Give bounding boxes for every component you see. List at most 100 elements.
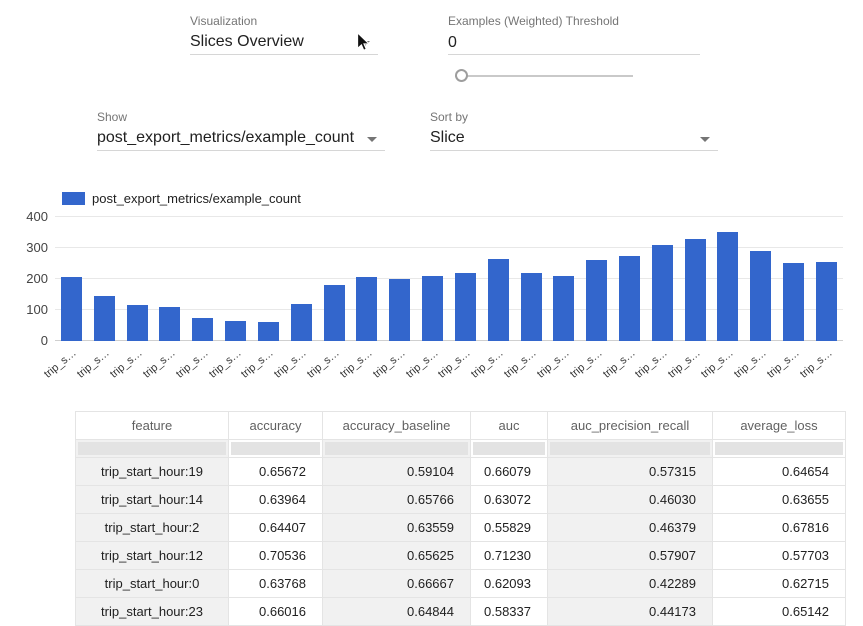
table-cell: 0.63559 [323, 514, 471, 542]
chart-legend: post_export_metrics/example_count [62, 191, 301, 206]
threshold-slider-knob[interactable] [455, 69, 468, 82]
table-filter-row [76, 440, 846, 458]
bar[interactable] [159, 307, 180, 341]
threshold-label: Examples (Weighted) Threshold [448, 14, 619, 28]
sort-by-value: Slice [430, 127, 465, 147]
show-dropdown[interactable]: post_export_metrics/example_count [97, 127, 385, 151]
filter-cell [548, 440, 713, 458]
table-cell: trip_start_hour:14 [76, 486, 229, 514]
bar[interactable] [816, 262, 837, 341]
bar[interactable] [586, 260, 607, 341]
filter-cell [713, 440, 846, 458]
table-cell: 0.64654 [713, 458, 846, 486]
bar[interactable] [619, 256, 640, 341]
table-row[interactable]: trip_start_hour:230.660160.648440.583370… [76, 598, 846, 626]
y-axis-tick: 100 [8, 303, 48, 317]
bar[interactable] [488, 259, 509, 341]
table-row[interactable]: trip_start_hour:190.656720.591040.660790… [76, 458, 846, 486]
bar[interactable] [685, 239, 706, 341]
bar[interactable] [553, 276, 574, 341]
bar[interactable] [783, 263, 804, 341]
legend-label: post_export_metrics/example_count [92, 191, 301, 206]
chart-plot-area [55, 217, 843, 341]
table-cell: 0.42289 [548, 570, 713, 598]
table-cell: 0.62093 [471, 570, 548, 598]
filter-cell [76, 440, 229, 458]
bar[interactable] [652, 245, 673, 341]
table-cell: trip_start_hour:0 [76, 570, 229, 598]
filter-box[interactable] [550, 442, 710, 455]
bar[interactable] [455, 273, 476, 341]
filter-cell [229, 440, 323, 458]
bar[interactable] [127, 305, 148, 341]
bar[interactable] [258, 322, 279, 341]
table-row[interactable]: trip_start_hour:120.705360.656250.712300… [76, 542, 846, 570]
show-value: post_export_metrics/example_count [97, 127, 354, 147]
filter-box[interactable] [473, 442, 545, 455]
bar[interactable] [192, 318, 213, 341]
legend-swatch [62, 192, 85, 205]
y-axis-tick: 400 [8, 210, 48, 224]
table-cell: 0.66079 [471, 458, 548, 486]
table-row[interactable]: trip_start_hour:00.637680.666670.620930.… [76, 570, 846, 598]
y-axis-tick: 300 [8, 241, 48, 255]
table-cell: 0.66016 [229, 598, 323, 626]
bars-container [55, 217, 843, 341]
table-cell: 0.63655 [713, 486, 846, 514]
table-cell: 0.55829 [471, 514, 548, 542]
bar[interactable] [389, 279, 410, 341]
table-cell: 0.62715 [713, 570, 846, 598]
tfma-slicing-metrics-view: Visualization Slices Overview Examples (… [0, 0, 863, 626]
column-header-average_loss[interactable]: average_loss [713, 412, 846, 440]
table-row[interactable]: trip_start_hour:20.644070.635590.558290.… [76, 514, 846, 542]
table-cell: 0.46379 [548, 514, 713, 542]
threshold-slider-track[interactable] [455, 75, 633, 77]
bar[interactable] [225, 321, 246, 341]
bar[interactable] [324, 285, 345, 341]
table-cell: 0.64844 [323, 598, 471, 626]
column-header-accuracy[interactable]: accuracy [229, 412, 323, 440]
bar[interactable] [422, 276, 443, 341]
bar[interactable] [61, 277, 82, 341]
filter-box[interactable] [325, 442, 468, 455]
visualization-dropdown[interactable]: Slices Overview [190, 31, 378, 55]
metrics-table: featureaccuracyaccuracy_baselineaucauc_p… [75, 411, 846, 626]
filter-cell [323, 440, 471, 458]
table-cell: 0.65625 [323, 542, 471, 570]
bar-chart: 0100200300400trip_s…trip_s…trip_s…trip_s… [0, 205, 863, 400]
threshold-input[interactable] [448, 31, 700, 55]
table-body: trip_start_hour:190.656720.591040.660790… [76, 458, 846, 626]
table-cell: 0.46030 [548, 486, 713, 514]
table-cell: 0.57907 [548, 542, 713, 570]
sort-by-dropdown[interactable]: Slice [430, 127, 718, 151]
bar[interactable] [94, 296, 115, 341]
bar[interactable] [717, 232, 738, 341]
y-axis-tick: 200 [8, 272, 48, 286]
column-header-feature[interactable]: feature [76, 412, 229, 440]
bar[interactable] [291, 304, 312, 341]
filter-box[interactable] [231, 442, 320, 455]
table-cell: 0.57703 [713, 542, 846, 570]
column-header-auc[interactable]: auc [471, 412, 548, 440]
bar[interactable] [356, 277, 377, 341]
table-cell: 0.44173 [548, 598, 713, 626]
column-header-accuracy_baseline[interactable]: accuracy_baseline [323, 412, 471, 440]
table-cell: 0.67816 [713, 514, 846, 542]
chevron-down-icon [367, 137, 377, 142]
table-cell: 0.63964 [229, 486, 323, 514]
table-cell: trip_start_hour:23 [76, 598, 229, 626]
table-cell: 0.58337 [471, 598, 548, 626]
table-cell: 0.63072 [471, 486, 548, 514]
table-row[interactable]: trip_start_hour:140.639640.657660.630720… [76, 486, 846, 514]
table-cell: 0.59104 [323, 458, 471, 486]
table-cell: 0.71230 [471, 542, 548, 570]
bar[interactable] [750, 251, 771, 341]
filter-box[interactable] [715, 442, 843, 455]
table-header-row: featureaccuracyaccuracy_baselineaucauc_p… [76, 412, 846, 440]
visualization-value: Slices Overview [190, 31, 304, 51]
table-cell: 0.66667 [323, 570, 471, 598]
bar[interactable] [521, 273, 542, 341]
column-header-auc_precision_recall[interactable]: auc_precision_recall [548, 412, 713, 440]
filter-cell [471, 440, 548, 458]
filter-box[interactable] [78, 442, 226, 455]
